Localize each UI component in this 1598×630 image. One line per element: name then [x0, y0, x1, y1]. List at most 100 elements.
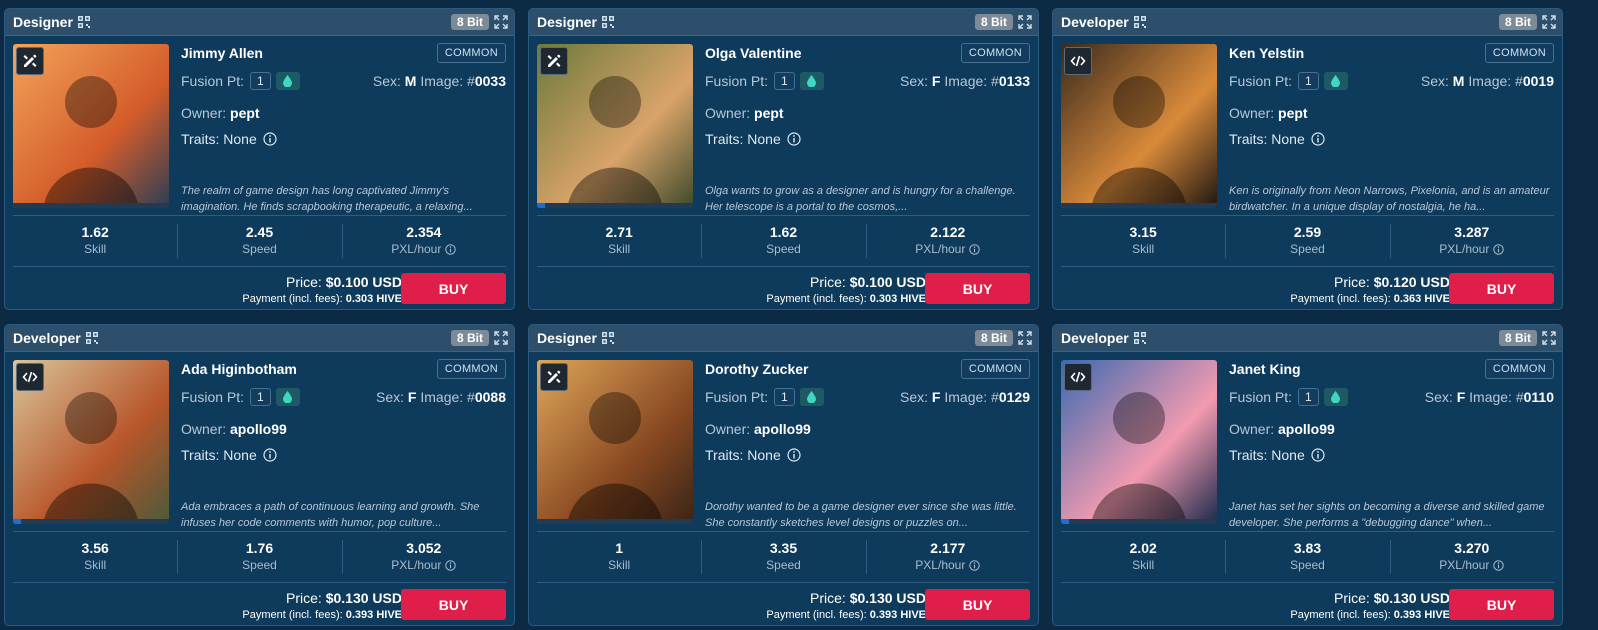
role-title: Developer	[1061, 14, 1129, 30]
character-portrait[interactable]	[537, 360, 693, 524]
character-description: Dorothy wanted to be a game designer eve…	[705, 501, 1017, 529]
character-portrait[interactable]	[537, 44, 693, 208]
sex-value: M	[404, 73, 417, 89]
expand-icon[interactable]	[1542, 15, 1556, 29]
character-portrait[interactable]	[13, 44, 169, 208]
price-label: Price:	[810, 274, 846, 290]
buy-button[interactable]: BUY	[925, 273, 1030, 304]
payment-label: Payment (incl. fees):	[766, 293, 867, 305]
owner-name[interactable]: apollo99	[230, 421, 287, 437]
droplet-icon[interactable]	[799, 388, 824, 406]
expand-icon[interactable]	[494, 15, 508, 29]
owner-name[interactable]: apollo99	[754, 421, 811, 437]
skill-label: Skill	[1132, 558, 1155, 572]
droplet-icon[interactable]	[275, 388, 300, 406]
character-name[interactable]: Janet King	[1229, 361, 1301, 377]
speed-value: 2.59	[1293, 224, 1322, 240]
character-name[interactable]: Ken Yelstin	[1229, 45, 1304, 61]
info-icon[interactable]	[445, 559, 457, 571]
owner-name[interactable]: apollo99	[1278, 421, 1335, 437]
buy-button[interactable]: BUY	[1449, 273, 1554, 304]
droplet-icon[interactable]	[1323, 72, 1348, 90]
price-value: $0.120 USD	[1373, 274, 1450, 290]
info-icon[interactable]	[969, 559, 981, 571]
sex-value: F	[407, 389, 417, 405]
skill-label: Skill	[84, 558, 107, 572]
stats-row: 2.71 Skill 1.62 Speed 2.122 PXL/hour	[537, 215, 1030, 267]
skill-label: Skill	[1132, 242, 1155, 256]
hero-card-3[interactable]: Developer 8 Bit Ken Yelstin COMMON Fusio…	[1052, 8, 1563, 310]
info-icon[interactable]	[263, 132, 277, 146]
pxl-value: 3.270	[1454, 540, 1490, 556]
bit-badge: 8 Bit	[974, 14, 1013, 30]
buy-button[interactable]: BUY	[401, 589, 506, 620]
sex-label: Sex:	[1424, 389, 1453, 405]
hero-card-6[interactable]: Developer 8 Bit Janet King COMMON Fusion…	[1052, 324, 1563, 626]
payment-value: 0.393 HIVE	[869, 609, 926, 621]
payment-label: Payment (incl. fees):	[1290, 293, 1391, 305]
progress-bar	[13, 519, 169, 524]
owner-name[interactable]: pept	[754, 105, 784, 121]
info-icon[interactable]	[445, 243, 457, 255]
info-icon[interactable]	[1311, 132, 1325, 146]
character-portrait[interactable]	[1061, 360, 1217, 524]
image-label: Image: #	[944, 389, 999, 405]
skill-value: 2.71	[605, 224, 633, 240]
price-value: $0.130 USD	[325, 590, 402, 606]
buy-button[interactable]: BUY	[1449, 589, 1554, 620]
price-label: Price:	[286, 590, 322, 606]
rarity-badge: COMMON	[436, 359, 506, 379]
card-grid: Designer 8 Bit Jimmy Allen COMMON Fusion…	[0, 0, 1598, 630]
rarity-badge: COMMON	[960, 359, 1030, 379]
info-icon[interactable]	[1493, 243, 1505, 255]
character-description: Olga wants to grow as a designer and is …	[705, 185, 1016, 213]
buy-button[interactable]: BUY	[401, 273, 506, 304]
payment-label: Payment (incl. fees):	[242, 293, 343, 305]
sex-label: Sex:	[900, 389, 929, 405]
payment-value: 0.303 HIVE	[345, 293, 402, 305]
code-icon	[16, 363, 44, 391]
qr-code-icon[interactable]	[85, 332, 98, 344]
price-value: $0.100 USD	[325, 274, 402, 290]
expand-icon[interactable]	[1018, 331, 1032, 345]
character-name[interactable]: Dorothy Zucker	[705, 361, 808, 377]
info-icon[interactable]	[787, 448, 801, 462]
info-icon[interactable]	[1493, 559, 1505, 571]
info-icon[interactable]	[969, 243, 981, 255]
qr-code-icon[interactable]	[601, 16, 614, 28]
info-icon[interactable]	[1311, 448, 1325, 462]
hero-card-2[interactable]: Designer 8 Bit Olga Valentine COMMON Fus…	[528, 8, 1039, 310]
qr-code-icon[interactable]	[77, 16, 90, 28]
owner-name[interactable]: pept	[230, 105, 260, 121]
character-name[interactable]: Olga Valentine	[705, 45, 801, 61]
expand-icon[interactable]	[1018, 15, 1032, 29]
droplet-icon[interactable]	[275, 72, 300, 90]
buy-button[interactable]: BUY	[925, 589, 1030, 620]
character-portrait[interactable]	[1061, 44, 1217, 208]
traits-label: Traits: None	[181, 447, 257, 463]
character-name[interactable]: Jimmy Allen	[181, 45, 263, 61]
qr-code-icon[interactable]	[1133, 16, 1146, 28]
character-description: Ada embraces a path of continuous learni…	[181, 501, 480, 529]
expand-icon[interactable]	[1542, 331, 1556, 345]
expand-icon[interactable]	[494, 331, 508, 345]
info-icon[interactable]	[787, 132, 801, 146]
droplet-icon[interactable]	[799, 72, 824, 90]
hero-card-5[interactable]: Designer 8 Bit Dorothy Zucker COMMON Fus…	[528, 324, 1039, 626]
price-value: $0.100 USD	[849, 274, 926, 290]
droplet-icon[interactable]	[1323, 388, 1348, 406]
speed-value: 1.76	[245, 540, 274, 556]
traits-label: Traits: None	[1229, 447, 1305, 463]
hero-card-4[interactable]: Developer 8 Bit Ada Higinbotham COMMON F…	[4, 324, 515, 626]
info-icon[interactable]	[263, 448, 277, 462]
hero-card-1[interactable]: Designer 8 Bit Jimmy Allen COMMON Fusion…	[4, 8, 515, 310]
qr-code-icon[interactable]	[1133, 332, 1146, 344]
character-name[interactable]: Ada Higinbotham	[181, 361, 297, 377]
payment-label: Payment (incl. fees):	[242, 609, 343, 621]
image-number: 0033	[474, 73, 506, 89]
owner-name[interactable]: pept	[1278, 105, 1308, 121]
qr-code-icon[interactable]	[601, 332, 614, 344]
character-portrait[interactable]	[13, 360, 169, 524]
owner-label: Owner:	[1229, 105, 1275, 121]
stats-row: 1 Skill 3.35 Speed 2.177 PXL/hour	[537, 531, 1030, 583]
